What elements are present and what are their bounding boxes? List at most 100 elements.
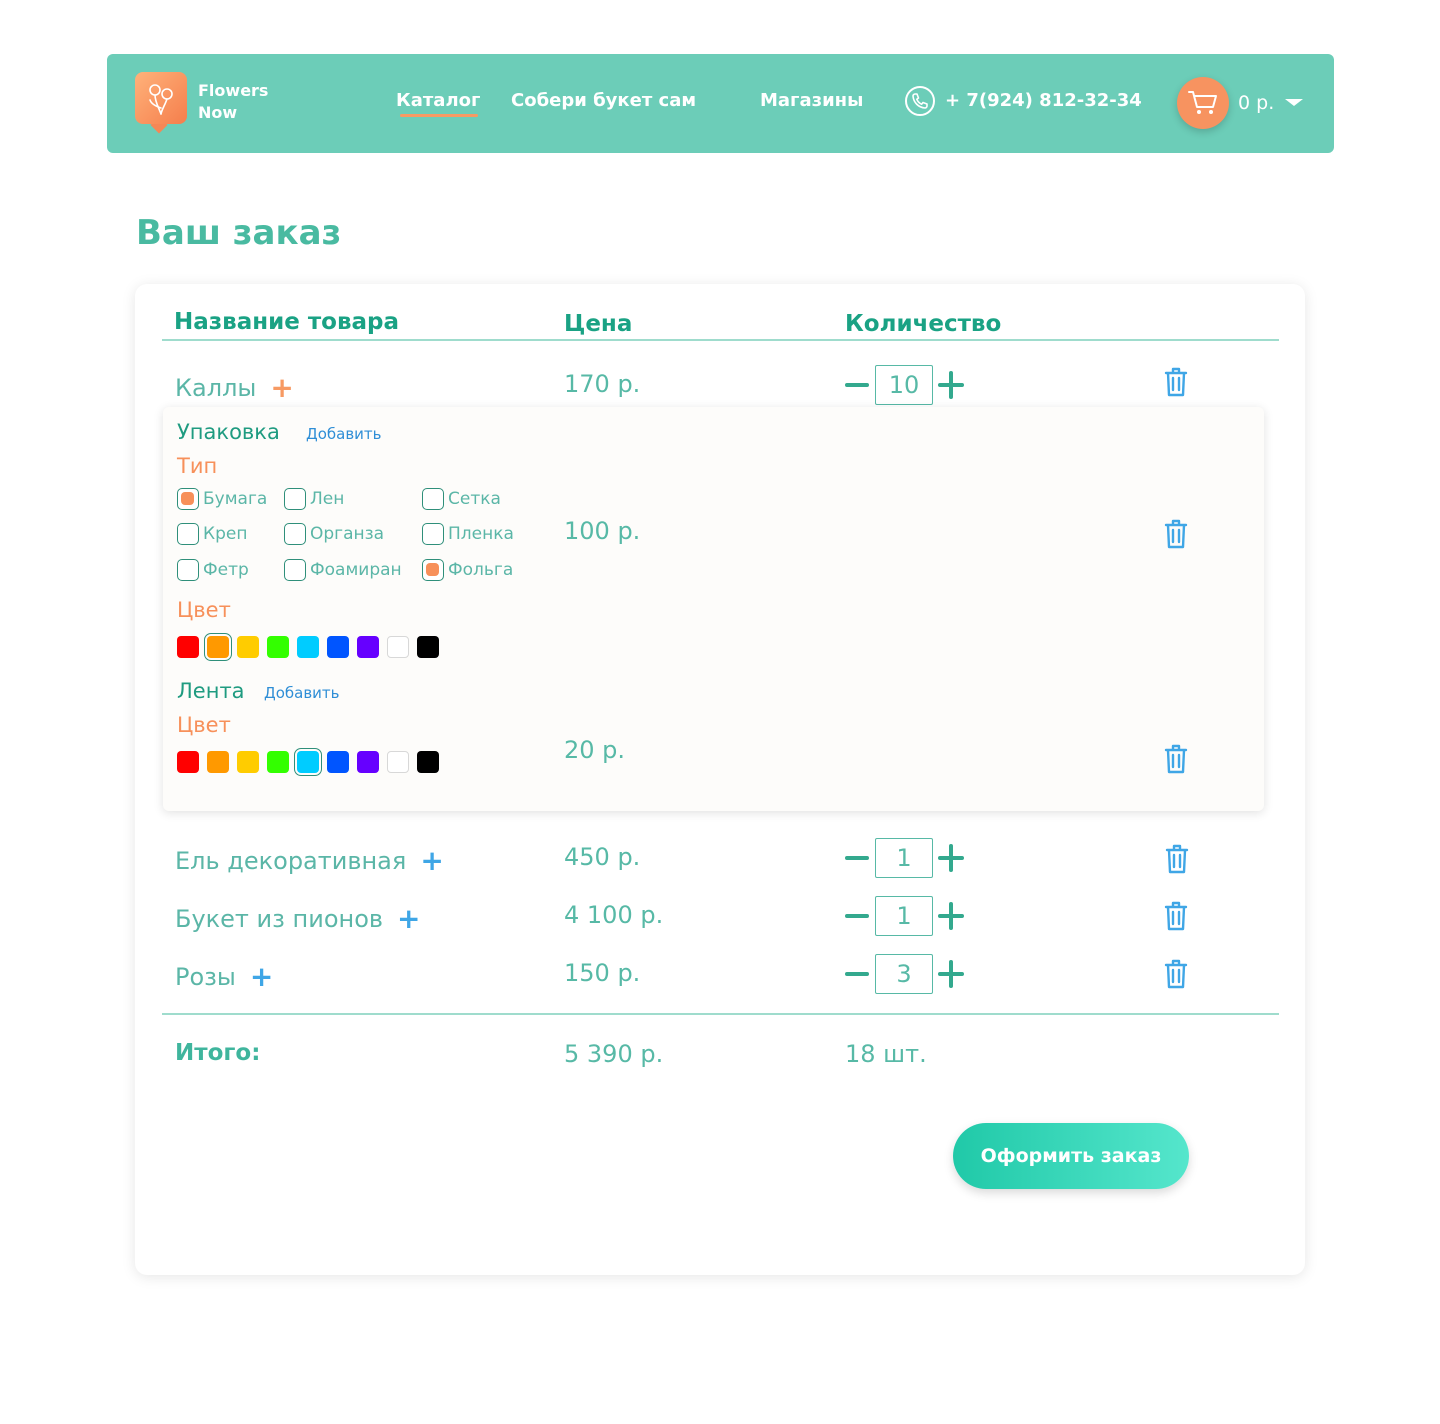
total-price: 5 390 р. [564,1040,664,1068]
column-header-name: Название товара [174,309,400,335]
flower-logo-icon [149,84,173,115]
checkout-button[interactable]: Оформить заказ [953,1123,1189,1189]
expand-plus-icon[interactable]: + [250,960,273,993]
brand-line-1: Flowers [198,81,269,100]
brand-name[interactable]: Flowers Now [198,80,298,124]
trash-icon[interactable] [1164,367,1188,397]
checkbox-label: Бумага [203,489,268,509]
checkbox-label: Фольга [448,560,514,580]
table-row-name: Каллы + [175,370,294,404]
cart-icon [1188,91,1217,114]
minus-icon[interactable] [845,383,869,387]
expand-plus-icon[interactable]: + [397,902,420,935]
checkbox-box[interactable] [422,559,444,581]
ribbon-color-title: Цвет [177,713,231,737]
phone-icon [905,86,935,116]
totals-divider [162,1013,1279,1015]
checkbox-box[interactable] [177,559,199,581]
column-header-qty: Количество [845,311,1002,337]
trash-icon[interactable] [1165,844,1189,874]
table-row-name: Розы + [175,959,273,993]
quantity-input[interactable]: 10 [875,365,933,405]
color-swatch[interactable] [297,636,319,658]
trash-icon[interactable] [1164,744,1188,774]
packaging-add-link[interactable]: Добавить [306,425,382,443]
logo[interactable] [135,72,187,134]
quantity-input[interactable]: 3 [875,954,933,994]
checkbox-box[interactable] [422,523,444,545]
color-swatch[interactable] [327,751,349,773]
color-swatch[interactable] [417,636,439,658]
color-swatch[interactable] [357,636,379,658]
packaging-price: 100 р. [564,517,641,545]
packaging-title: Упаковка [177,420,280,444]
ribbon-title: Лента [177,679,245,703]
brand-line-2: Now [198,103,238,122]
product-name: Ель декоративная [175,847,407,875]
nav-stores[interactable]: Магазины [760,90,863,111]
ribbon-add-link[interactable]: Добавить [264,684,340,702]
phone-number[interactable]: + 7(924) 812-32-34 [945,90,1142,111]
checkbox-label: Фоамиран [310,560,402,580]
site-header: Flowers Now Каталог Собери букет сам Маг… [107,54,1334,153]
column-header-price: Цена [564,311,633,337]
plus-icon[interactable] [938,960,966,988]
checkbox-box[interactable] [422,488,444,510]
checkbox-label: Лен [310,489,345,509]
product-name: Каллы [175,374,257,402]
quantity-input[interactable]: 1 [875,896,933,936]
plus-icon[interactable] [938,371,966,399]
cart-button[interactable] [1177,77,1229,129]
header-divider [162,339,1279,341]
table-row-name: Букет из пионов + [175,901,421,935]
cart-sum: 0 р. [1238,92,1275,114]
page-title: Ваш заказ [136,213,342,253]
color-swatch[interactable] [387,636,409,658]
checkbox-box[interactable] [284,488,306,510]
quantity-input[interactable]: 1 [875,838,933,878]
color-swatch[interactable] [294,748,322,776]
color-swatch[interactable] [387,751,409,773]
product-price: 170 р. [564,370,641,398]
color-swatch[interactable] [237,751,259,773]
color-swatch[interactable] [267,751,289,773]
packaging-color-title: Цвет [177,598,231,622]
total-count: 18 шт. [845,1040,927,1068]
checkbox-box[interactable] [177,488,199,510]
color-swatch[interactable] [177,751,199,773]
color-swatch[interactable] [267,636,289,658]
expand-plus-icon[interactable]: + [420,844,443,877]
color-swatch[interactable] [204,633,232,661]
color-swatch[interactable] [357,751,379,773]
color-swatch[interactable] [417,751,439,773]
checkbox-label: Пленка [448,524,514,544]
minus-icon[interactable] [845,972,869,976]
checkbox-box[interactable] [177,523,199,545]
color-swatch[interactable] [327,636,349,658]
trash-icon[interactable] [1164,519,1188,549]
checkbox-box[interactable] [284,559,306,581]
product-price: 150 р. [564,959,641,987]
trash-icon[interactable] [1164,901,1188,931]
product-name: Розы [175,963,236,991]
nav-catalog[interactable]: Каталог [396,90,480,117]
checkbox-label: Сетка [448,489,501,509]
trash-icon[interactable] [1164,959,1188,989]
checkbox-label: Фетр [203,560,249,580]
checkbox-label: Креп [203,524,248,544]
packaging-type-title: Тип [177,454,218,478]
color-swatch[interactable] [177,636,199,658]
minus-icon[interactable] [845,856,869,860]
color-swatch[interactable] [237,636,259,658]
checkbox-label: Органза [310,524,385,544]
expand-plus-icon[interactable]: + [270,371,293,404]
chevron-down-icon[interactable] [1285,99,1303,106]
plus-icon[interactable] [938,902,966,930]
color-swatch[interactable] [207,751,229,773]
minus-icon[interactable] [845,914,869,918]
plus-icon[interactable] [938,844,966,872]
options-panel [163,407,1264,811]
checkbox-box[interactable] [284,523,306,545]
total-label: Итого: [175,1040,261,1066]
nav-build-bouquet[interactable]: Собери букет сам [511,90,696,111]
